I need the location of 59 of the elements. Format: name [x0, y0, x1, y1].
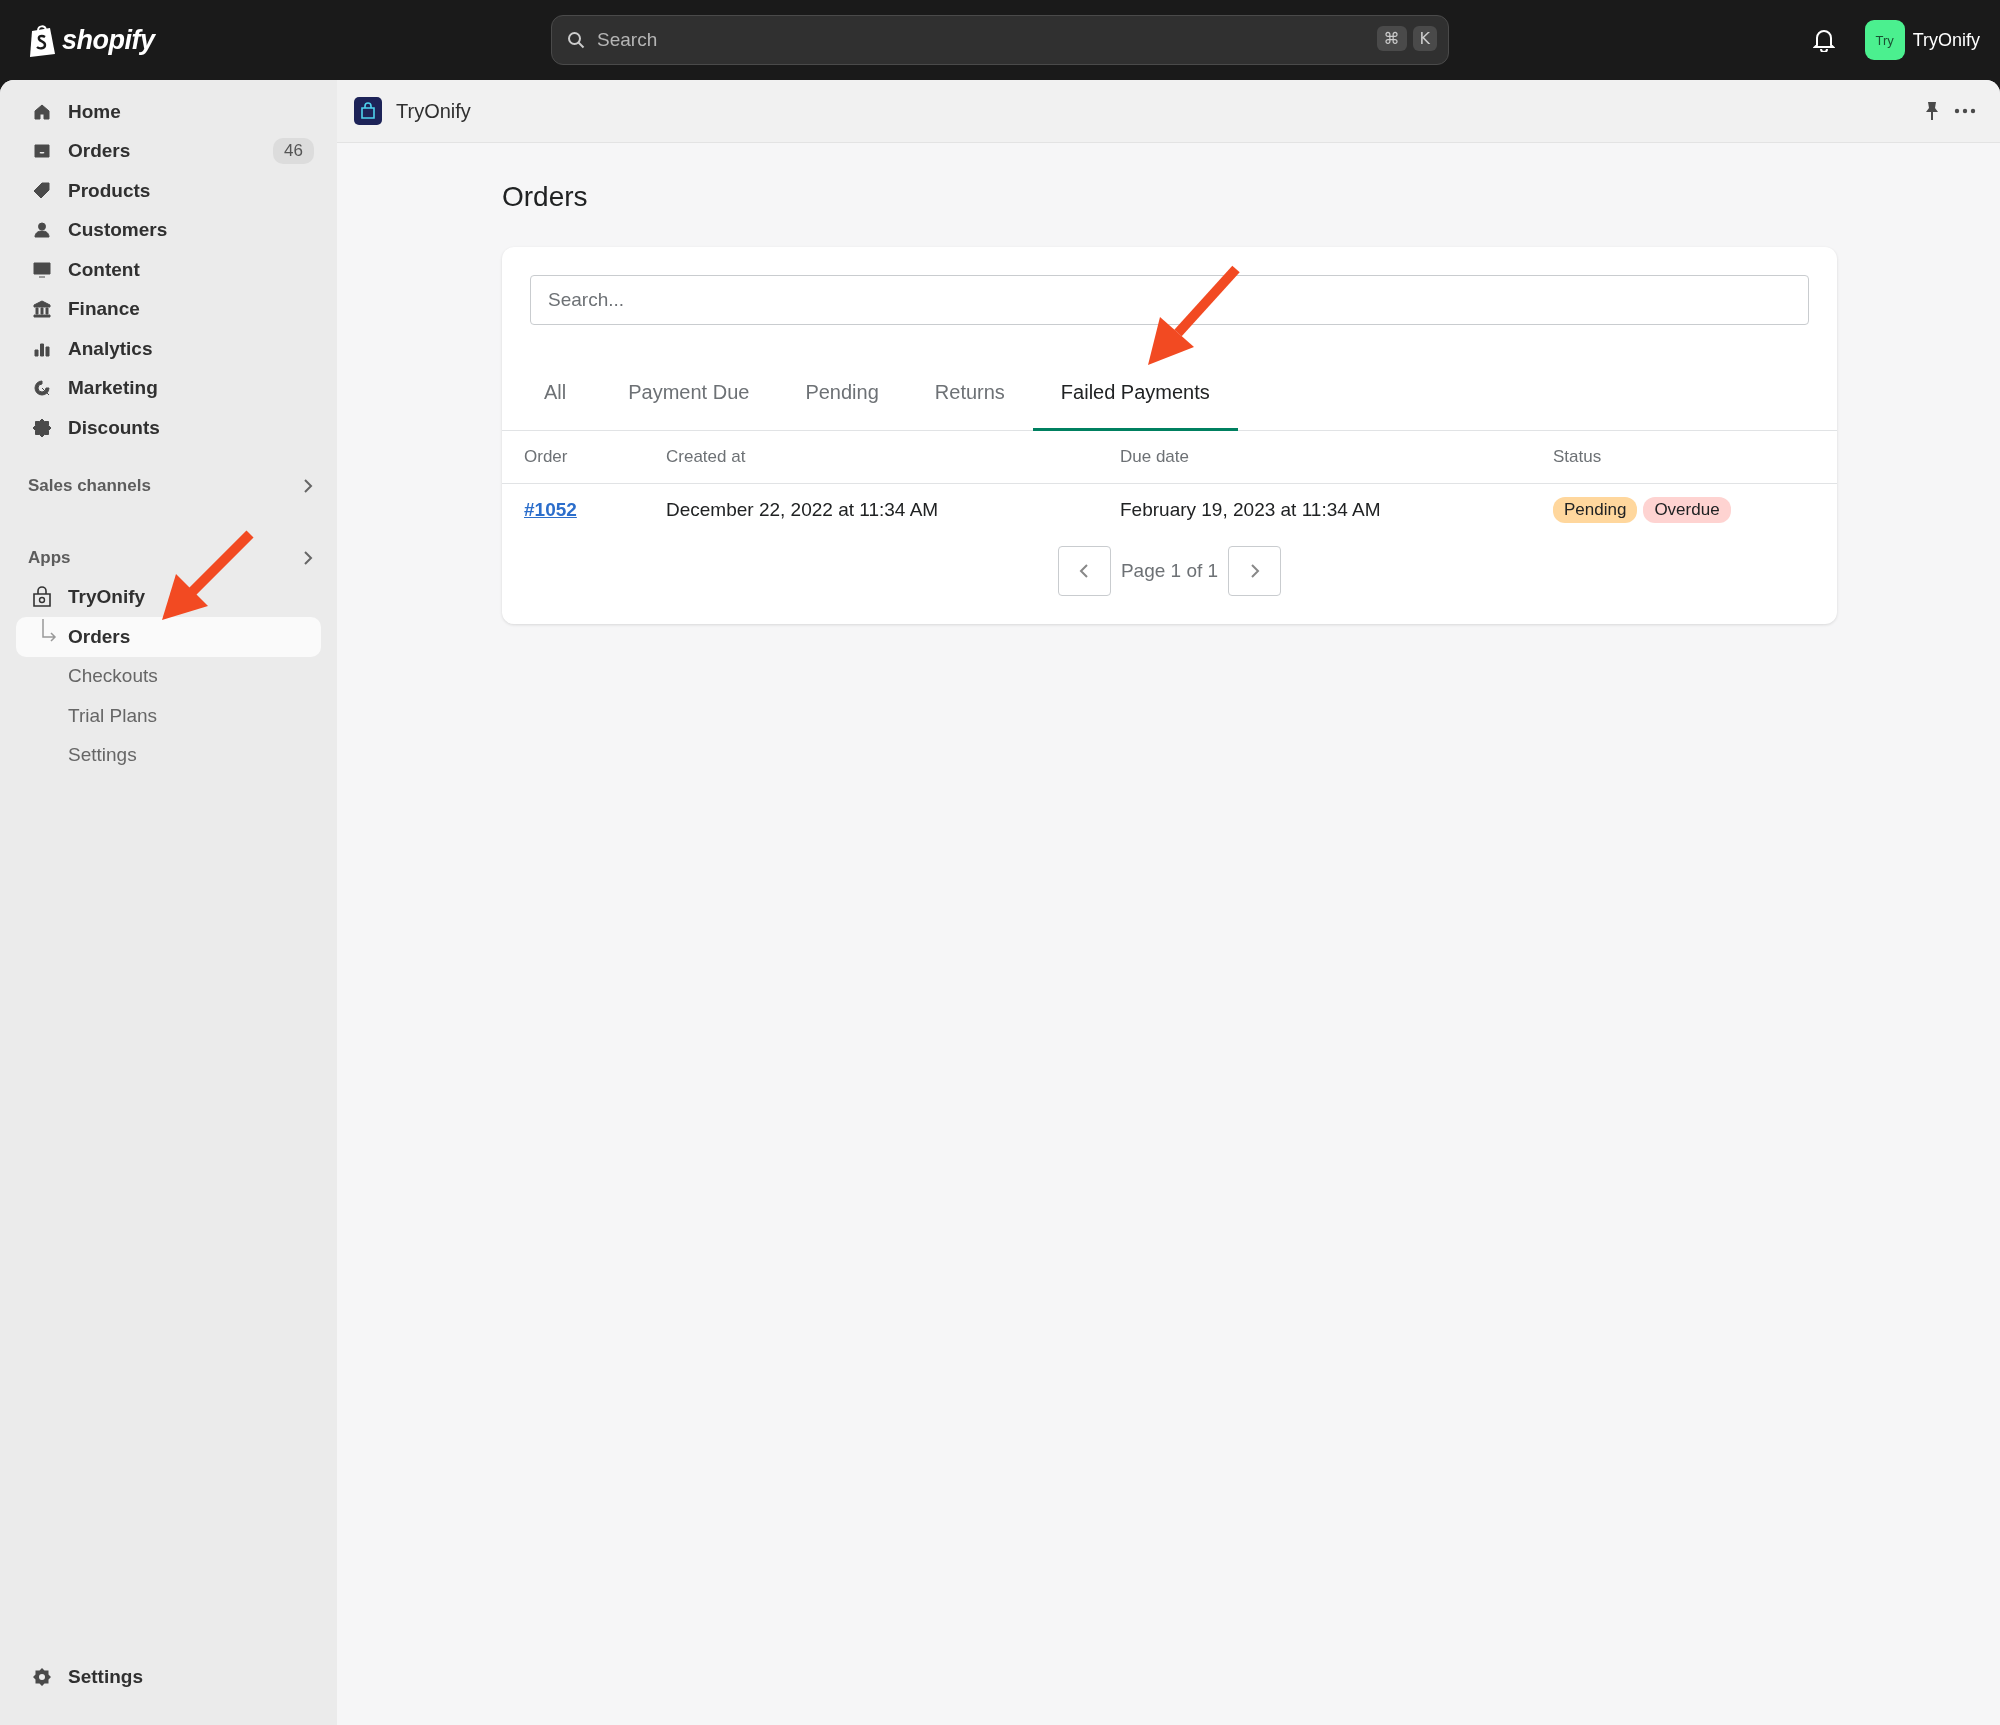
sidebar-subitem[interactable]: Checkouts — [16, 656, 321, 696]
nav-icon — [32, 180, 52, 201]
nav-icon — [32, 417, 52, 438]
sidebar-item[interactable]: Finance — [16, 289, 321, 329]
column-header: Created at — [666, 447, 747, 467]
tab[interactable]: All — [524, 371, 601, 431]
shortcut-key: ⌘ — [1376, 26, 1407, 51]
table-cell-text: February 19, 2023 at 11:34 AM — [1120, 499, 1382, 521]
status-badge: Pending — [1553, 497, 1638, 523]
sidebar-item[interactable]: Settings — [16, 1657, 321, 1697]
sidebar-subitem[interactable]: Trial Plans — [16, 696, 321, 736]
shopping-bag-logo-icon — [28, 23, 58, 57]
app-logo-icon — [354, 97, 382, 125]
sidebar-item[interactable]: Analytics — [16, 329, 321, 369]
sidebar-item[interactable]: Marketing — [16, 368, 321, 408]
page-title: Orders — [502, 181, 589, 213]
nav-icon — [32, 378, 52, 399]
app-title: TryOnify — [396, 99, 471, 123]
chevron-left-icon — [1079, 563, 1090, 579]
nav-icon — [32, 220, 52, 241]
chevron-right-icon[interactable] — [303, 549, 313, 566]
tab[interactable]: Returns — [906, 371, 1033, 431]
section-heading: Apps — [28, 547, 71, 568]
status-badge: Overdue — [1643, 497, 1731, 523]
search-field[interactable]: Search... — [530, 275, 1809, 325]
bell-icon[interactable] — [1812, 28, 1835, 52]
shopify-wordmark: shopify — [62, 24, 155, 56]
sidebar-item[interactable]: Products — [16, 171, 321, 211]
nav-icon — [32, 259, 52, 280]
sidebar-item[interactable]: Orders 46 — [16, 131, 321, 171]
column-header: Status — [1553, 447, 1603, 467]
sidebar-item[interactable]: TryOnify — [16, 577, 321, 617]
sidebar-subitem[interactable]: Settings — [16, 735, 321, 775]
sidebar-item[interactable]: Customers — [16, 210, 321, 250]
section-heading: Sales channels — [28, 475, 151, 496]
chevron-right-icon[interactable] — [303, 477, 313, 494]
tab[interactable]: Failed Payments — [1032, 371, 1238, 431]
sidebar-item[interactable]: Home — [16, 92, 321, 132]
gear-icon — [32, 1667, 52, 1688]
sidebar-item[interactable]: Discounts — [16, 408, 321, 448]
store-avatar: Try — [1864, 20, 1905, 60]
store-menu-button[interactable]: Try TryOnify — [1864, 20, 1980, 60]
table-cell-text: December 22, 2022 at 11:34 AM — [666, 499, 940, 521]
column-header: Order — [524, 447, 569, 467]
page-indicator: Page 1 of 1 — [1120, 560, 1219, 582]
search-icon — [567, 31, 585, 49]
more-icon[interactable] — [1954, 108, 1976, 114]
nav-icon — [32, 299, 52, 320]
column-header: Due date — [1120, 447, 1190, 467]
shopping-bag-icon — [32, 586, 52, 609]
tab[interactable]: Payment Due — [600, 371, 778, 431]
tab[interactable]: Pending — [777, 371, 907, 431]
chevron-right-icon — [1249, 563, 1260, 579]
sidebar-subitem[interactable]: Orders — [16, 617, 321, 657]
pin-icon[interactable] — [1924, 101, 1940, 121]
count-badge: 46 — [273, 138, 314, 165]
store-name: TryOnify — [1912, 29, 1980, 51]
order-link[interactable]: #1052 — [524, 499, 666, 521]
sidebar-item[interactable]: Content — [16, 250, 321, 290]
